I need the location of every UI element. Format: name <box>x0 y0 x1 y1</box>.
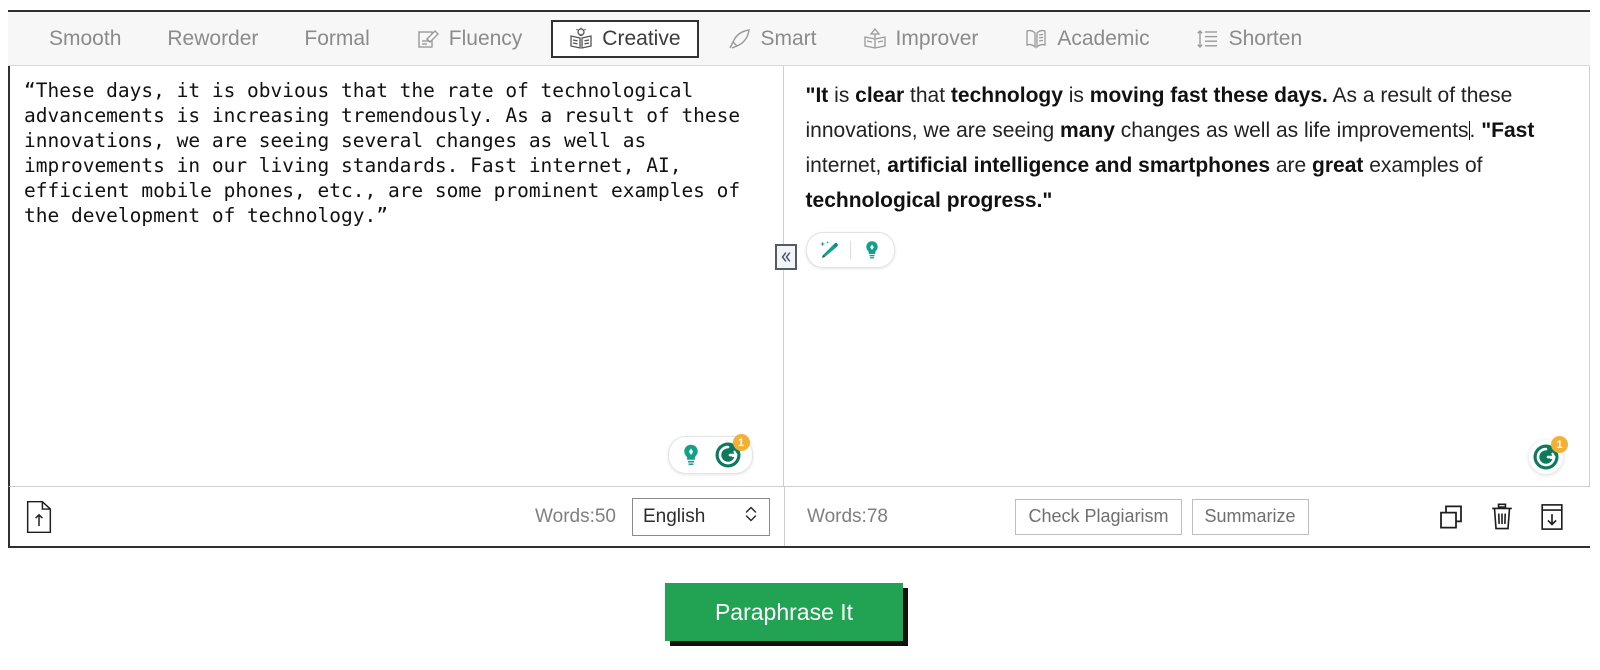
check-plagiarism-button[interactable]: Check Plagiarism <box>1015 498 1182 535</box>
tab-smooth[interactable]: Smooth <box>32 20 138 58</box>
book-lightbulb-icon <box>569 27 593 51</box>
magic-pencil-icon[interactable] <box>817 238 841 262</box>
grammarly-badge: 1 <box>732 434 750 451</box>
lightbulb-icon[interactable] <box>860 238 884 262</box>
output-highlight: artificial intelligence and smartphones <box>887 154 1271 177</box>
output-plain: is <box>1062 84 1090 107</box>
tab-creative[interactable]: Creative <box>551 19 699 58</box>
line-spacing-icon <box>1196 27 1220 51</box>
trash-icon[interactable] <box>1488 502 1516 532</box>
output-plain: changes as well as life improvements <box>1114 119 1469 142</box>
output-highlight: technology <box>950 84 1063 107</box>
tab-reworder[interactable]: Reworder <box>150 20 275 58</box>
tab-label: Fluency <box>448 27 523 50</box>
tab-label: Academic <box>1057 27 1150 50</box>
tab-label: Creative <box>602 27 681 50</box>
tab-label: Smooth <box>49 27 122 50</box>
grammarly-badge: 1 <box>1551 436 1568 453</box>
output-text[interactable]: "It is clear that technology is moving f… <box>806 78 1549 218</box>
output-plain: internet, <box>805 154 888 177</box>
copy-icon[interactable] <box>1436 502 1466 532</box>
tab-academic[interactable]: Academic <box>1007 20 1166 58</box>
paraphrase-it-button[interactable]: Paraphrase It <box>665 583 903 641</box>
source-assist-pill: 1 <box>667 434 753 474</box>
chevron-double-left-icon <box>779 250 793 264</box>
grammarly-icon[interactable]: 1 <box>1531 436 1568 472</box>
output-plain: examples of <box>1363 154 1483 177</box>
output-plain: is <box>828 84 856 107</box>
output-footer: Words:78 Check Plagiarism Summarize <box>785 487 1590 546</box>
divider <box>849 241 851 259</box>
output-highlight: great <box>1312 154 1364 177</box>
editor-footers: Words:50 English Words:78 Check Plagiari… <box>8 486 1590 548</box>
book-arrow-up-icon <box>863 27 887 51</box>
tab-improver[interactable]: Improver <box>846 20 996 58</box>
source-pane[interactable]: “These days, it is obvious that the rate… <box>10 66 784 486</box>
quill-pen-icon <box>728 27 752 51</box>
output-word-count: Words:78 <box>807 505 888 527</box>
file-upload-icon[interactable] <box>24 500 54 534</box>
language-select[interactable]: English <box>632 497 770 536</box>
tab-fluency[interactable]: Fluency <box>399 20 540 58</box>
tab-shorten[interactable]: Shorten <box>1179 20 1320 58</box>
tab-smart[interactable]: Smart <box>711 20 834 58</box>
language-selected-value: English <box>643 505 706 527</box>
inline-tools-pill <box>805 232 895 268</box>
output-plain: that <box>904 84 951 107</box>
paraphrasing-tool-app: Smooth Reworder Formal Fluency Creative … <box>0 0 1600 670</box>
output-pane[interactable]: "It is clear that technology is moving f… <box>784 66 1589 486</box>
document-pencil-icon <box>416 27 440 51</box>
output-highlight: many <box>1060 119 1115 142</box>
output-highlight: technological progress." <box>805 189 1053 212</box>
collapse-panel-button[interactable] <box>775 244 797 270</box>
cta-row: Paraphrase It <box>0 583 1600 641</box>
editor-panes: “These days, it is obvious that the rate… <box>8 66 1590 486</box>
output-grammarly-button[interactable]: 1 <box>1529 436 1568 474</box>
tab-label: Improver <box>895 27 979 50</box>
tab-formal[interactable]: Formal <box>287 20 386 58</box>
chevron-updown-icon <box>743 503 759 530</box>
tab-label: Reworder <box>167 27 259 50</box>
tab-label: Formal <box>304 27 370 50</box>
lightbulb-icon[interactable] <box>678 442 704 468</box>
source-footer: Words:50 English <box>10 487 785 546</box>
grammarly-icon[interactable]: 1 <box>713 434 750 470</box>
open-book-icon <box>1024 27 1048 51</box>
summarize-button[interactable]: Summarize <box>1191 498 1309 535</box>
tab-label: Shorten <box>1228 27 1303 50</box>
output-plain: . <box>1469 119 1482 142</box>
output-plain: are <box>1270 154 1313 177</box>
output-highlight: moving fast these days. <box>1089 84 1328 107</box>
source-textarea[interactable]: “These days, it is obvious that the rate… <box>24 78 759 228</box>
source-word-count: Words:50 <box>535 505 616 527</box>
output-highlight: "Fast <box>1481 119 1535 142</box>
mode-toolbar: Smooth Reworder Formal Fluency Creative … <box>8 10 1590 66</box>
output-highlight: clear <box>855 84 905 107</box>
output-highlight: "It <box>805 84 829 107</box>
download-icon[interactable] <box>1538 502 1566 532</box>
tab-label: Smart <box>760 27 817 50</box>
